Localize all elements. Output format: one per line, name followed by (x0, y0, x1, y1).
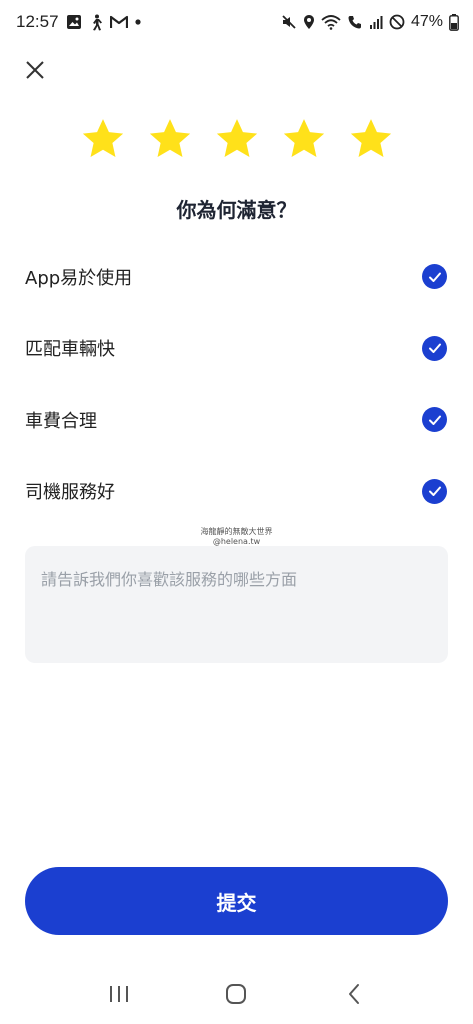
star-icon[interactable] (80, 116, 126, 162)
star-icon[interactable] (281, 116, 327, 162)
reason-label: 車費合理 (25, 410, 97, 432)
reason-item-good-driver[interactable]: 司機服務好 (25, 456, 447, 528)
status-time: 12:57 (16, 12, 59, 31)
home-icon (226, 984, 247, 1004)
star-icon[interactable] (348, 116, 394, 162)
reason-item-fast-matching[interactable]: 匹配車輛快 (25, 313, 447, 385)
battery-percentage: 47% (410, 13, 443, 30)
check-circle-icon[interactable] (422, 335, 447, 361)
back-icon (349, 984, 360, 1004)
wifi-calling-icon (321, 14, 341, 30)
location-icon (303, 14, 315, 30)
walking-icon (89, 14, 103, 31)
back-button[interactable] (334, 974, 374, 1014)
star-icon[interactable] (147, 116, 193, 162)
reason-list: App易於使用 匹配車輛快 車費合理 司機服務好 (25, 241, 447, 527)
close-button[interactable] (20, 55, 50, 85)
gmail-icon (109, 15, 128, 29)
status-left: 12:57 (16, 12, 141, 32)
status-bar: 12:57 47% (0, 0, 473, 44)
notification-dot-icon (134, 19, 141, 25)
check-circle-icon[interactable] (422, 264, 447, 290)
reason-label: 司機服務好 (25, 482, 115, 504)
close-icon (26, 61, 44, 79)
system-nav-bar (0, 970, 473, 1018)
watermark: 海龍靜的無敵大世界 @helena.tw (0, 527, 473, 547)
feedback-placeholder: 請告訴我們你喜歡該服務的哪些方面 (41, 570, 298, 589)
recents-button[interactable] (99, 974, 139, 1014)
battery-icon (449, 13, 459, 31)
submit-button[interactable]: 提交 (25, 867, 448, 935)
do-not-disturb-icon (389, 14, 405, 30)
feedback-input[interactable]: 請告訴我們你喜歡該服務的哪些方面 (25, 546, 448, 663)
reason-label: 匹配車輛快 (25, 339, 115, 361)
status-right: 47% (281, 13, 459, 31)
watermark-line: 海龍靜的無敵大世界 (200, 527, 273, 536)
star-icon[interactable] (214, 116, 260, 162)
home-button[interactable] (216, 974, 256, 1014)
check-circle-icon[interactable] (422, 478, 447, 504)
satisfaction-question: 你為何滿意？ (176, 198, 297, 222)
mute-icon (281, 14, 297, 30)
reason-item-easy-to-use[interactable]: App易於使用 (25, 241, 447, 313)
signal-icon (369, 15, 383, 29)
reason-label: App易於使用 (25, 267, 133, 289)
check-circle-icon[interactable] (422, 407, 447, 433)
star-rating (0, 116, 473, 162)
hd-call-icon (347, 14, 363, 30)
recents-icon (109, 986, 128, 1002)
reason-item-fair-fare[interactable]: 車費合理 (25, 384, 447, 456)
gallery-icon (66, 14, 82, 30)
